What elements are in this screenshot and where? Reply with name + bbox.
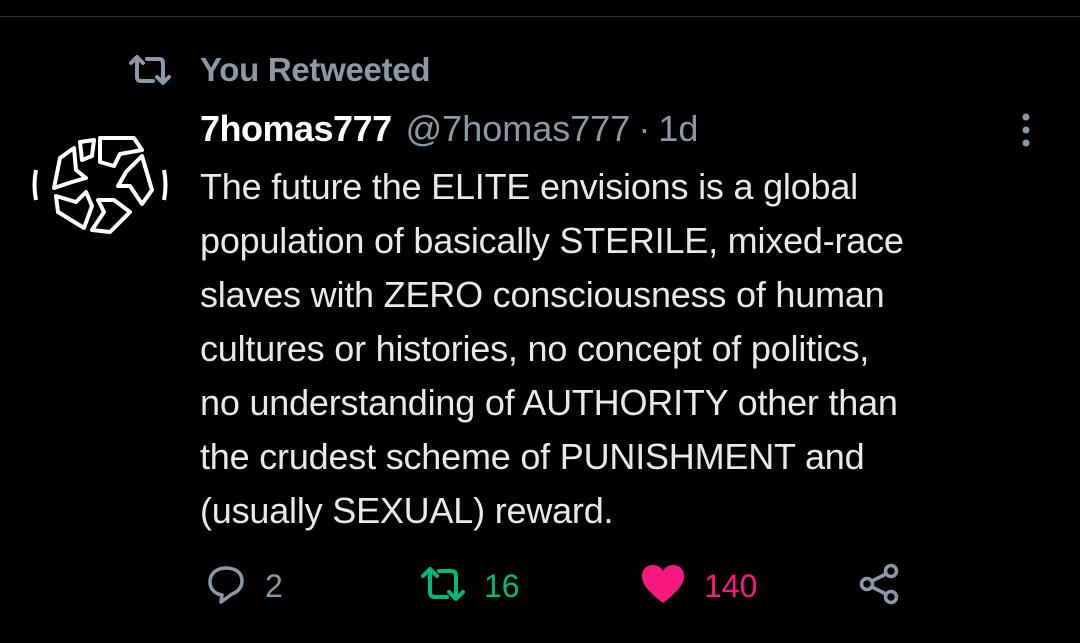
retweet-icon	[128, 50, 174, 90]
retweet-button[interactable]: 16	[420, 560, 520, 612]
like-button[interactable]: 140	[640, 560, 757, 612]
more-vertical-icon	[1020, 112, 1032, 153]
more-options-button[interactable]	[1010, 112, 1042, 152]
action-bar: 2 16 140	[0, 560, 1080, 612]
tweet-header: 7homas777 @7homas777 · 1d	[200, 108, 698, 154]
reply-button[interactable]: 2	[205, 560, 283, 612]
retweet-count: 16	[484, 567, 520, 604]
display-name[interactable]: 7homas777	[200, 108, 392, 150]
tweet-text: The future the ELITE envisions is a glob…	[200, 160, 1060, 538]
tweet-text-line: population of basically STERILE, mixed-r…	[200, 220, 904, 261]
retweet-icon	[420, 564, 466, 609]
reply-icon	[205, 563, 247, 610]
tweet-text-line: the crudest scheme of PUNISHMENT and	[200, 436, 865, 477]
tweet-text-line: no understanding of AUTHORITY other than	[200, 382, 898, 423]
separator-dot: ·	[638, 108, 651, 149]
reply-count: 2	[265, 567, 283, 604]
like-count: 140	[704, 567, 758, 604]
tweet-text-line: cultures or histories, no concept of pol…	[200, 328, 870, 369]
share-icon	[858, 562, 902, 611]
heart-icon	[640, 563, 686, 610]
tweet-text-line: The future the ELITE envisions is a glob…	[200, 166, 858, 207]
timestamp[interactable]: 1d	[658, 108, 698, 150]
top-divider	[0, 16, 1080, 17]
tweet-text-line: slaves with ZERO consciousness of human	[200, 274, 885, 315]
social-context[interactable]: You Retweeted	[128, 50, 431, 90]
user-handle[interactable]: @7homas777	[406, 108, 631, 150]
avatar[interactable]	[30, 120, 170, 250]
tweet-text-line: (usually SEXUAL) reward.	[200, 490, 614, 531]
share-button[interactable]	[858, 560, 902, 612]
retweeted-label: You Retweeted	[200, 51, 431, 88]
